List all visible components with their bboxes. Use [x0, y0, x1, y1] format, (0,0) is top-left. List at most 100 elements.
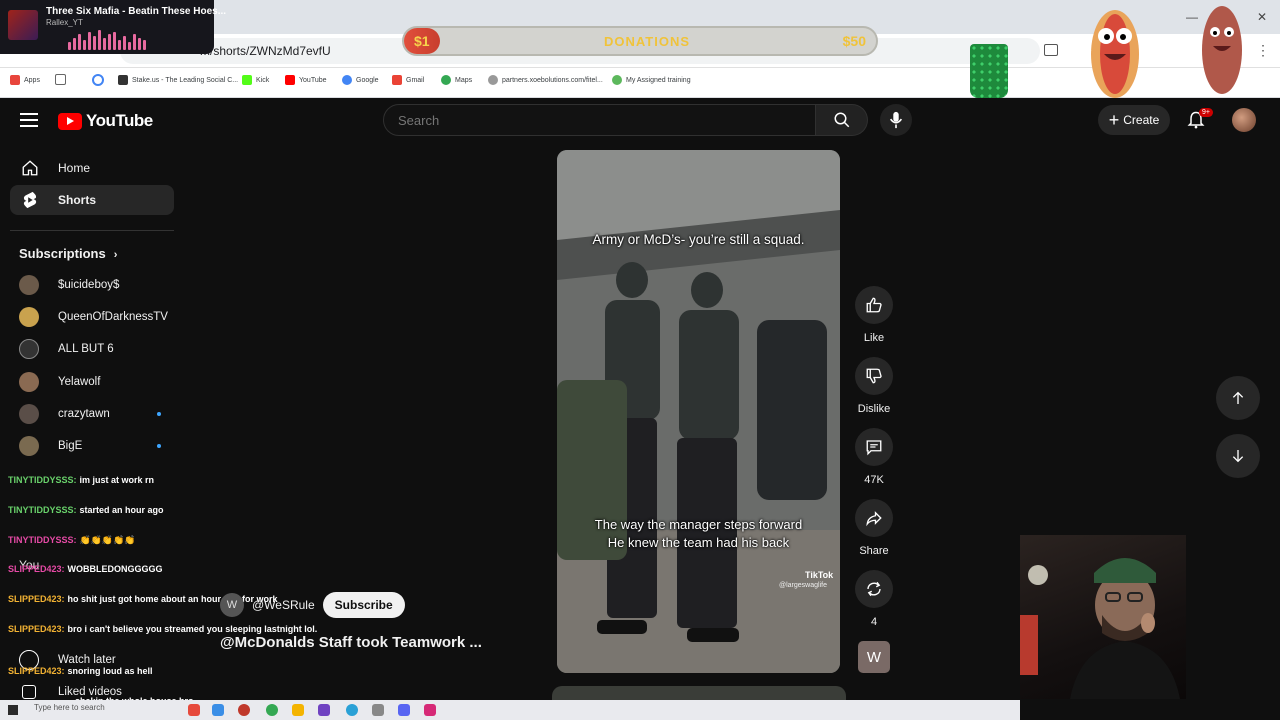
bookmark-globe-icon[interactable]: [92, 74, 104, 86]
channel-avatar[interactable]: W: [220, 593, 244, 617]
browser-menu-icon[interactable]: ⋮: [1256, 42, 1270, 59]
tiktok-watermark: TikTok: [805, 570, 834, 580]
voice-search-button[interactable]: [880, 104, 912, 136]
chat-message: TINYTIDDYSSS: started an hour ago: [8, 505, 164, 515]
apps-icon: [10, 75, 20, 85]
taskbar-search[interactable]: Type here to search: [34, 703, 105, 712]
sausage-mascot: [1202, 6, 1242, 94]
share-button[interactable]: Share: [852, 499, 896, 557]
url-text: m/shorts/ZWNzMd7evfU: [200, 44, 331, 58]
search-input[interactable]: [398, 113, 778, 128]
taskbar-app-icon[interactable]: [398, 704, 410, 716]
close-icon[interactable]: ✕: [1257, 10, 1267, 24]
dislike-button[interactable]: Dislike: [852, 357, 896, 415]
training-icon: [612, 75, 622, 85]
hamburger-menu-icon[interactable]: [20, 113, 38, 127]
equalizer-bar: [98, 30, 101, 50]
channel-thumbnail[interactable]: W: [858, 641, 890, 673]
youtube-logo[interactable]: YouTube: [58, 111, 153, 131]
taskbar-app-icon[interactable]: [372, 704, 384, 716]
bookmark-youtube[interactable]: YouTube: [285, 75, 327, 85]
microphone-icon: [889, 111, 903, 129]
equalizer-bar: [68, 42, 71, 50]
next-short-preview[interactable]: [552, 686, 846, 700]
sidebar-item-shorts[interactable]: Shorts: [10, 185, 174, 215]
channel-avatar: [19, 339, 39, 359]
subscription-item[interactable]: $uicideboy$: [19, 275, 119, 295]
equalizer-bar: [123, 36, 126, 50]
chevron-right-icon: ›: [113, 249, 118, 261]
previous-short-button[interactable]: [1216, 376, 1260, 420]
taskbar-app-icon[interactable]: [188, 704, 200, 716]
next-short-button[interactable]: [1216, 434, 1260, 478]
create-button[interactable]: + Create: [1098, 105, 1170, 135]
bookmark-maps[interactable]: Maps: [441, 75, 472, 85]
home-icon: [20, 158, 40, 178]
short-title[interactable]: @McDonalds Staff took Teamwork ...: [220, 634, 482, 651]
remix-icon: [855, 570, 893, 608]
bookmark-stake[interactable]: Stake.us - The Leading Social C...: [118, 75, 238, 85]
equalizer-bar: [108, 34, 111, 50]
bookmark-google[interactable]: Google: [342, 75, 379, 85]
sidebar-divider: [10, 230, 174, 231]
donation-max: $50: [842, 33, 866, 49]
video-frame: [557, 150, 840, 673]
arrow-down-icon: [1232, 450, 1244, 463]
video-caption-top: Army or McD’s- you’re still a squad.: [592, 232, 805, 247]
subscribe-button[interactable]: Subscribe: [322, 592, 405, 618]
bookmark-gmail[interactable]: Gmail: [392, 75, 424, 85]
bookmark-apps[interactable]: Apps: [10, 75, 40, 85]
sidebar-item-home[interactable]: Home: [10, 153, 174, 183]
globe-icon: [488, 75, 498, 85]
equalizer-bar: [128, 42, 131, 50]
windows-taskbar: Type here to search: [0, 700, 1020, 720]
subscription-item[interactable]: ALL BUT 6: [19, 339, 114, 359]
chat-message: TINYTIDDYSSS: im just at work rn: [8, 475, 155, 485]
account-avatar[interactable]: [1232, 108, 1256, 132]
track-title: Three Six Mafia - Beatin These Hoes...: [46, 6, 227, 17]
comments-button[interactable]: 47K: [852, 428, 896, 486]
subscription-item[interactable]: Yelawolf: [19, 372, 100, 392]
webcam-overlay: [1020, 535, 1186, 699]
equalizer-bar: [113, 32, 116, 50]
subscription-item[interactable]: QueenOfDarknessTV: [19, 307, 168, 327]
equalizer-bar: [73, 38, 76, 50]
subscription-item[interactable]: BigE: [19, 436, 161, 456]
channel-name[interactable]: @WeSRule: [252, 598, 315, 612]
chat-message: TINYTIDDYSSS: 👏👏👏👏👏: [8, 535, 136, 545]
kick-icon: [242, 75, 252, 85]
search-button[interactable]: [816, 104, 868, 136]
taskbar-instagram-icon[interactable]: [424, 704, 436, 716]
taskbar-app-icon[interactable]: [238, 704, 250, 716]
install-icon[interactable]: [1044, 44, 1058, 56]
channel-avatar: [19, 307, 39, 327]
plus-icon: +: [1108, 110, 1120, 130]
gmail-icon: [392, 75, 402, 85]
taskbar-obs-icon[interactable]: [318, 704, 330, 716]
equalizer-bar: [138, 38, 141, 50]
equalizer-bar: [88, 32, 91, 50]
short-channel-info: W @WeSRule Subscribe: [220, 592, 405, 618]
album-art: [8, 10, 38, 40]
subscriptions-heading[interactable]: Subscriptions ›: [19, 246, 117, 261]
bookmark-kick[interactable]: Kick: [242, 75, 269, 85]
bookmark-training[interactable]: My Assigned training: [612, 75, 691, 85]
thumbs-up-icon: [22, 685, 36, 699]
windows-start-icon[interactable]: [8, 705, 18, 715]
taskbar-edge-icon[interactable]: [212, 704, 224, 716]
tab-groups-icon[interactable]: [55, 74, 66, 85]
shorts-icon: [20, 190, 40, 210]
subscription-item[interactable]: crazytawn: [19, 404, 161, 424]
short-video-player[interactable]: Army or McD’s- you’re still a squad. The…: [557, 150, 840, 673]
channel-avatar: [19, 436, 39, 456]
taskbar-folder-icon[interactable]: [292, 704, 304, 716]
search-icon: [834, 112, 849, 128]
remix-button[interactable]: 4: [852, 570, 896, 628]
bookmark-partners[interactable]: partners.xoebolutions.com/fitel...: [488, 75, 603, 85]
taskbar-telegram-icon[interactable]: [346, 704, 358, 716]
like-button[interactable]: Like: [852, 286, 896, 344]
stake-icon: [118, 75, 128, 85]
youtube-play-icon: [58, 112, 82, 130]
equalizer-bar: [103, 38, 106, 50]
taskbar-chrome-icon[interactable]: [266, 704, 278, 716]
